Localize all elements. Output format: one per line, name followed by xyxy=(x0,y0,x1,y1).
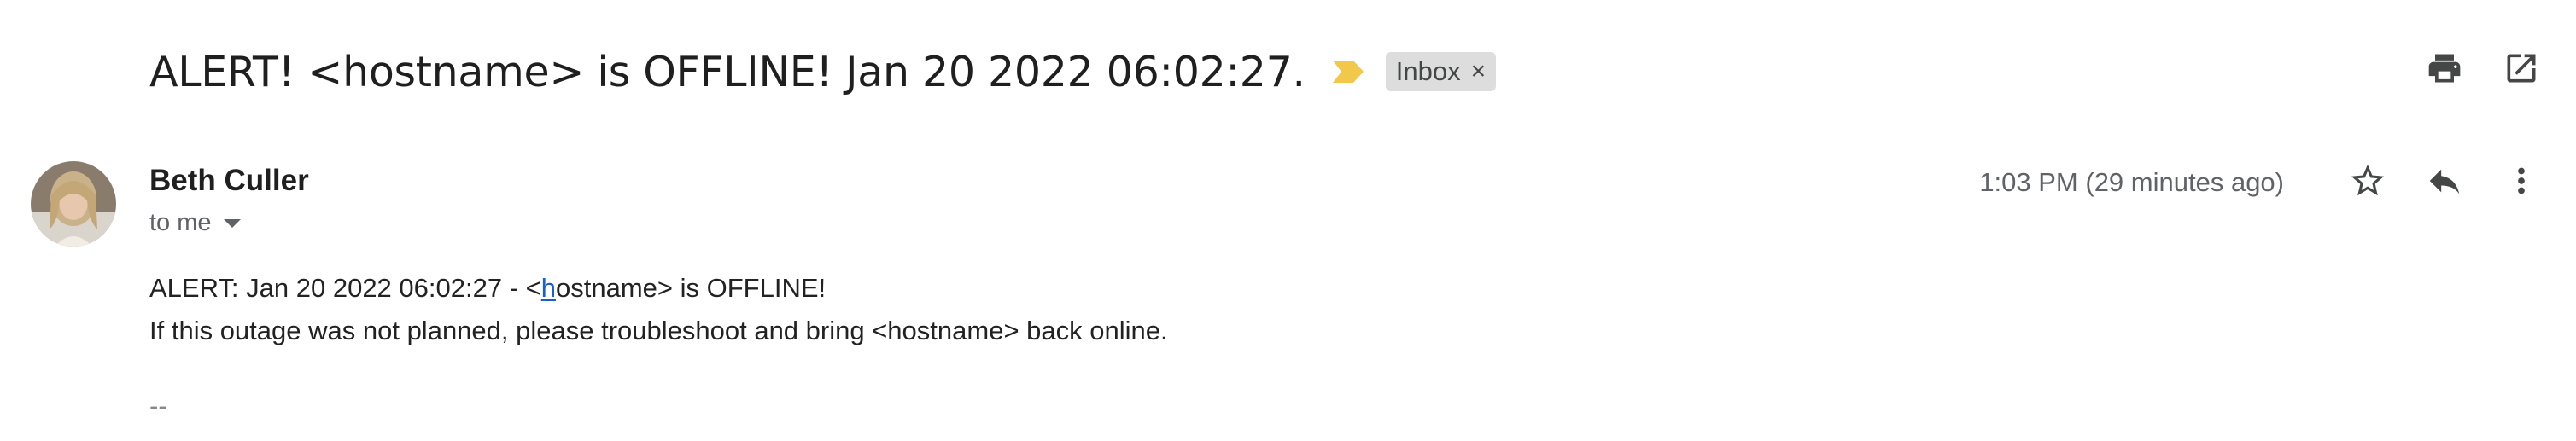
chevron-down-icon[interactable] xyxy=(223,218,241,228)
message-actions xyxy=(2347,160,2542,201)
body-line-1-suffix: ostname> is OFFLINE! xyxy=(555,273,827,303)
body-line-1: ALERT: Jan 20 2022 06:02:27 - <hostname>… xyxy=(149,267,1168,310)
subject-row: ALERT! <hostname> is OFFLINE! Jan 20 202… xyxy=(149,41,1497,102)
star-icon[interactable] xyxy=(2347,160,2388,201)
remove-label-close-icon[interactable]: × xyxy=(1471,57,1487,86)
sender-avatar[interactable] xyxy=(31,161,116,247)
reply-icon[interactable] xyxy=(2424,160,2465,201)
recipient-text: to me xyxy=(149,209,212,236)
importance-marker-icon[interactable] xyxy=(1331,59,1365,84)
print-icon[interactable] xyxy=(2424,48,2465,89)
recipient-details-toggle[interactable]: to me xyxy=(149,209,241,237)
thread-actions xyxy=(2424,48,2542,89)
sender-name[interactable]: Beth Culler xyxy=(149,164,309,198)
email-subject: ALERT! <hostname> is OFFLINE! Jan 20 202… xyxy=(149,47,1306,96)
inbox-label-chip[interactable]: Inbox × xyxy=(1385,52,1497,91)
more-vert-icon[interactable] xyxy=(2501,160,2542,201)
body-line-2: If this outage was not planned, please t… xyxy=(149,316,1168,345)
hostname-link[interactable]: h xyxy=(541,273,556,303)
body-line-1-prefix: ALERT: Jan 20 2022 06:02:27 - < xyxy=(149,273,541,303)
signature-separator: -- xyxy=(149,391,167,421)
open-in-new-window-icon[interactable] xyxy=(2501,48,2542,89)
email-body: ALERT: Jan 20 2022 06:02:27 - <hostname>… xyxy=(149,267,1168,352)
message-timestamp: 1:03 PM (29 minutes ago) xyxy=(1979,167,2284,197)
inbox-label-text: Inbox xyxy=(1395,56,1461,86)
